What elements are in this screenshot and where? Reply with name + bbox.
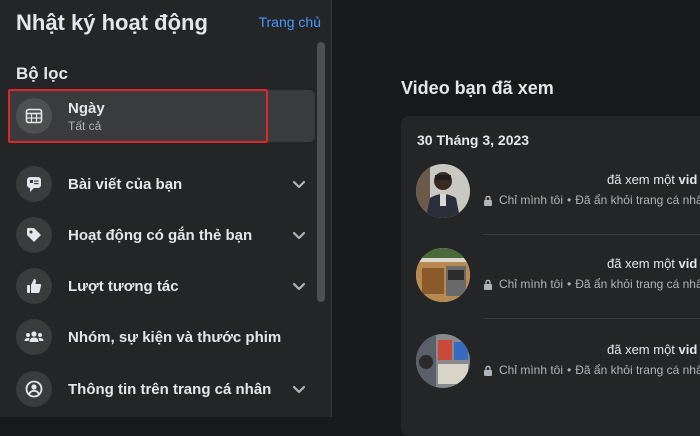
profile-icon bbox=[16, 371, 52, 407]
lock-icon bbox=[484, 279, 492, 290]
sidebar-header: Nhật ký hoạt động Trang chủ bbox=[16, 8, 321, 40]
filter-item-interactions[interactable]: Lượt tương tác bbox=[8, 261, 315, 311]
entry-divider bbox=[483, 318, 700, 319]
panel-divider bbox=[331, 0, 332, 417]
filter-heading: Bộ lọc bbox=[16, 64, 68, 83]
filter-sidebar: Nhật ký hoạt động Trang chủ Bộ lọc Ngày … bbox=[0, 0, 331, 417]
filter-item-label: Bài viết của bạn bbox=[68, 175, 183, 193]
filter-item-sublabel: Tất cả bbox=[68, 118, 102, 133]
page-title: Nhật ký hoạt động bbox=[16, 10, 208, 35]
activity-meta: Chỉ mình tôi • Đã ẩn khỏi trang cá nhâ bbox=[483, 277, 700, 291]
activity-text: đã xem một vid bbox=[607, 342, 698, 357]
filter-item-label: Nhóm, sự kiện và thước phim bbox=[68, 328, 282, 346]
filter-item-label: Lượt tương tác bbox=[68, 277, 179, 295]
tag-icon bbox=[16, 217, 52, 253]
groups-icon bbox=[16, 319, 52, 355]
lock-icon bbox=[484, 365, 492, 376]
filter-item-label: Hoạt động có gắn thẻ bạn bbox=[68, 226, 253, 244]
privacy-label[interactable]: Chỉ mình tôi bbox=[499, 363, 563, 377]
filter-item-date[interactable]: Ngày Tất cả bbox=[8, 90, 315, 142]
calendar-icon bbox=[16, 98, 52, 134]
privacy-label[interactable]: Chỉ mình tôi bbox=[499, 277, 563, 291]
activity-entry[interactable]: đã xem một vid Chỉ mình tôi • Đã ẩn khỏi… bbox=[401, 334, 700, 416]
filter-item-groups-events-reels[interactable]: Nhóm, sự kiện và thước phim bbox=[8, 312, 315, 362]
lock-icon bbox=[484, 195, 492, 206]
filter-item-label: Thông tin trên trang cá nhân bbox=[68, 380, 272, 398]
activity-text: đã xem một vid bbox=[607, 172, 698, 187]
home-link[interactable]: Trang chủ bbox=[258, 14, 321, 30]
chevron-down-icon[interactable] bbox=[291, 227, 307, 243]
activity-meta: Chỉ mình tôi • Đã ẩn khỏi trang cá nhâ bbox=[483, 363, 700, 377]
chevron-down-icon[interactable] bbox=[291, 278, 307, 294]
sidebar-scrollbar[interactable] bbox=[317, 42, 325, 302]
filter-item-profile-info[interactable]: Thông tin trên trang cá nhân bbox=[8, 364, 315, 414]
entry-divider bbox=[483, 234, 700, 235]
like-icon bbox=[16, 268, 52, 304]
post-icon bbox=[16, 166, 52, 202]
activity-card: 30 Tháng 3, 2023 đã xem một vid Chỉ mình… bbox=[401, 116, 700, 436]
status-label: Đã ẩn khỏi trang cá nhâ bbox=[575, 193, 700, 207]
privacy-label[interactable]: Chỉ mình tôi bbox=[499, 193, 563, 207]
activity-text: đã xem một vid bbox=[607, 256, 698, 271]
status-label: Đã ẩn khỏi trang cá nhâ bbox=[575, 277, 700, 291]
chevron-down-icon[interactable] bbox=[291, 176, 307, 192]
filter-item-tagged-activity[interactable]: Hoạt động có gắn thẻ bạn bbox=[8, 210, 315, 260]
chevron-down-icon[interactable] bbox=[291, 381, 307, 397]
status-label: Đã ẩn khỏi trang cá nhâ bbox=[575, 363, 700, 377]
filter-item-label: Ngày bbox=[68, 99, 105, 117]
video-thumbnail[interactable] bbox=[416, 164, 470, 218]
section-title: Video bạn đã xem bbox=[401, 78, 554, 98]
activity-meta: Chỉ mình tôi • Đã ẩn khỏi trang cá nhâ bbox=[483, 193, 700, 207]
activity-date: 30 Tháng 3, 2023 bbox=[417, 132, 530, 148]
video-thumbnail[interactable] bbox=[416, 334, 470, 388]
filter-item-your-posts[interactable]: Bài viết của bạn bbox=[8, 159, 315, 209]
video-thumbnail[interactable] bbox=[416, 248, 470, 302]
